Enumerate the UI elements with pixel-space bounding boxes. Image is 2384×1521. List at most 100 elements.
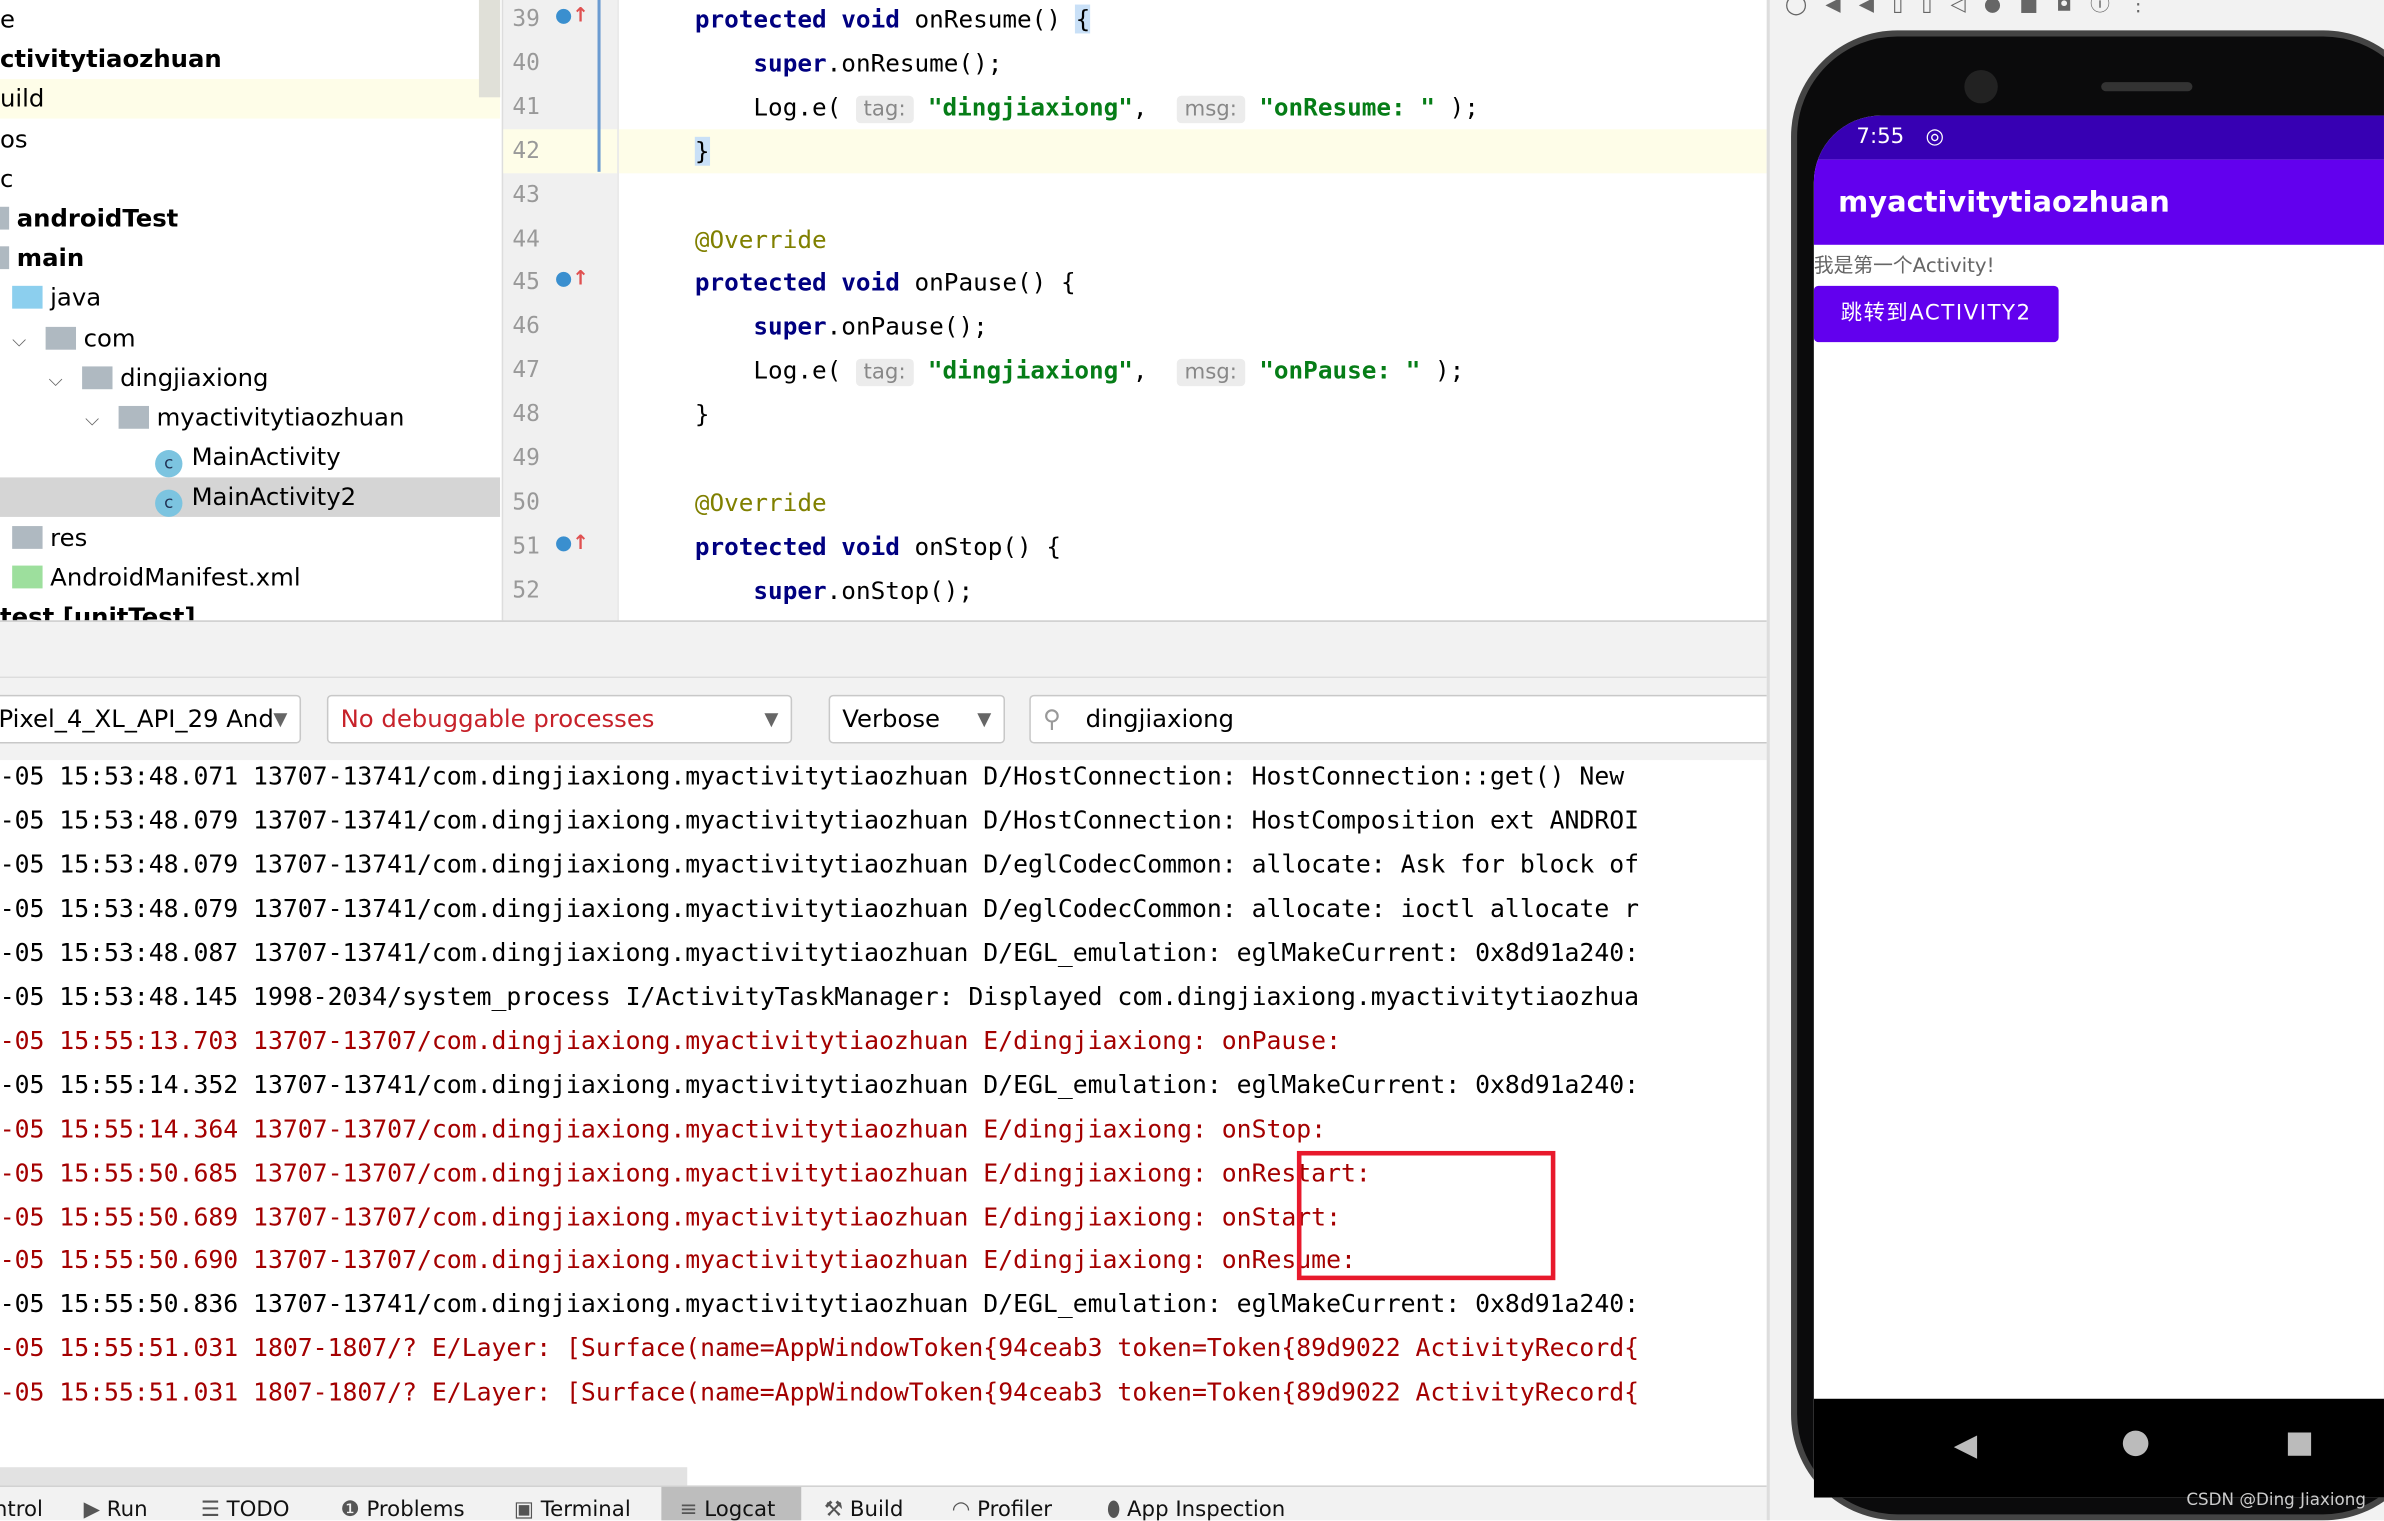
log-row[interactable]: 3-05 15:53:48.079 13707-13741/com.dingji… xyxy=(0,798,1639,842)
tree-item[interactable]: AndroidManifest.xml xyxy=(0,558,500,598)
tree-item[interactable]: uild xyxy=(0,79,501,120)
code-line[interactable] xyxy=(619,173,1767,217)
body-text: 我是第一个Activity! xyxy=(1813,255,1995,279)
back-icon[interactable]: ◀ xyxy=(1954,1426,1977,1462)
source-folder-icon xyxy=(0,246,10,270)
code-line[interactable]: Log.e( tag: "dingjiaxiong", msg: "onResu… xyxy=(619,85,1767,129)
tab-app-inspection[interactable]: ⬮ App Inspection xyxy=(1107,1487,1320,1521)
log-row[interactable]: 3-05 15:55:14.352 13707-13741/com.dingji… xyxy=(0,1062,1639,1106)
tree-item[interactable]: res xyxy=(0,518,500,558)
code-line[interactable]: @Override xyxy=(619,480,1767,524)
code-line[interactable]: super.onStop(); xyxy=(619,568,1767,612)
log-row[interactable]: 3-05 15:55:50.689 13707-13707/com.dingji… xyxy=(0,1194,1341,1238)
tab-build[interactable]: ⚒ Build xyxy=(824,1487,930,1521)
code-token: protected void xyxy=(694,4,915,34)
code-line[interactable]: protected void onPause() { xyxy=(619,261,1767,305)
process-select[interactable]: No debuggable processes ▼ xyxy=(326,694,793,744)
phone-screen: 7:55 ◎ myactivitytiaozhuan 我是第一个Activity!… xyxy=(1813,115,2384,1498)
code-line[interactable]: } xyxy=(618,128,1767,173)
tree-item[interactable]: c MainActivity2 xyxy=(0,477,501,518)
chevron-down-icon[interactable]: ⌵ xyxy=(49,360,70,400)
tree-item[interactable]: androidTest xyxy=(0,199,500,239)
horizontal-scrollbar[interactable] xyxy=(0,1467,688,1486)
chevron-down-icon[interactable]: ⌵ xyxy=(12,320,33,360)
logcat-output[interactable]: 3-05 15:53:48.071 13707-13741/com.dingji… xyxy=(0,760,1767,1468)
override-icon[interactable]: ●↑ xyxy=(555,532,589,555)
home-icon[interactable]: ● xyxy=(2121,1423,2150,1461)
device-select[interactable]: Pixel_4_XL_API_29 And ▼ xyxy=(0,694,302,744)
code-line[interactable]: @Override xyxy=(619,217,1767,261)
log-row[interactable]: 3-05 15:55:51.031 1807-1807/? E/Layer: [… xyxy=(0,1370,1639,1414)
tree-item[interactable]: e xyxy=(0,0,500,40)
line-number: 52 xyxy=(512,575,540,604)
tab-ntrol[interactable]: ntrol xyxy=(0,1487,55,1521)
code-token: @Override xyxy=(694,487,827,517)
code-line[interactable]: super.onPause(); xyxy=(619,305,1767,349)
res-folder-icon xyxy=(12,525,43,549)
log-row[interactable]: 3-05 15:53:48.087 13707-13741/com.dingji… xyxy=(0,930,1639,974)
log-row[interactable]: 3-05 15:55:50.836 13707-13741/com.dingji… xyxy=(0,1282,1639,1326)
line-number: 40 xyxy=(512,48,540,76)
tree-item[interactable]: ctivitytiaozhuan xyxy=(0,40,500,80)
code-token: msg: xyxy=(1176,95,1245,123)
tab-terminal[interactable]: ▣ Terminal xyxy=(514,1487,636,1521)
log-row[interactable]: 3-05 15:53:48.079 13707-13741/com.dingji… xyxy=(0,842,1639,886)
tree-item[interactable]: ⌵ com xyxy=(0,319,500,359)
code-line[interactable]: protected void onStop() { xyxy=(619,524,1767,568)
tab-run[interactable]: ▶ Run xyxy=(84,1487,175,1521)
tab-todo[interactable]: ☰ TODO xyxy=(201,1487,315,1521)
tab-label: Run xyxy=(106,1497,148,1521)
log-level-select[interactable]: Verbose ▼ xyxy=(828,694,1005,744)
tree-item[interactable]: c xyxy=(0,159,500,199)
tree-item[interactable]: os xyxy=(0,119,500,159)
emulator-toolbar[interactable]: ◯◀◀▯▯◁●■◘ⓘ⋮ xyxy=(1770,0,2384,24)
log-row[interactable]: 3-05 15:53:48.071 13707-13741/com.dingji… xyxy=(0,760,1624,798)
tab-profiler[interactable]: ◠ Profiler xyxy=(952,1487,1086,1521)
code-token: , xyxy=(1132,92,1177,122)
log-row[interactable]: 3-05 15:55:50.690 13707-13707/com.dingji… xyxy=(0,1238,1356,1282)
tree-item[interactable]: main xyxy=(0,239,500,279)
override-icon[interactable]: ●↑ xyxy=(555,268,589,291)
code-line[interactable]: super.onResume(); xyxy=(619,41,1767,85)
tab-logcat[interactable]: ≡ Logcat xyxy=(661,1486,802,1521)
tree-scrollbar[interactable] xyxy=(478,0,501,98)
log-row[interactable]: 3-05 15:55:14.364 13707-13707/com.dingji… xyxy=(0,1106,1326,1150)
chevron-down-icon: ▼ xyxy=(977,708,992,730)
code-token: } xyxy=(694,136,710,166)
log-row[interactable]: 3-05 15:55:13.703 13707-13707/com.dingji… xyxy=(0,1018,1341,1062)
code-line[interactable]: } xyxy=(619,392,1767,436)
code-token: msg: xyxy=(1176,359,1245,387)
code-token: "dingjiaxiong" xyxy=(927,356,1133,385)
logcat-icon: ≡ xyxy=(679,1497,705,1521)
line-number: 44 xyxy=(512,224,540,252)
code-line[interactable]: protected void onResume() { xyxy=(619,0,1767,41)
tree-item[interactable]: java xyxy=(0,279,500,319)
jump-activity2-button[interactable]: 跳转到ACTIVITY2 xyxy=(1813,285,2059,343)
log-row[interactable]: 3-05 15:55:51.031 1807-1807/? E/Layer: [… xyxy=(0,1326,1639,1370)
package-icon xyxy=(82,366,113,389)
code-line[interactable] xyxy=(619,436,1767,480)
code-editor[interactable]: protected void onResume() { super.onResu… xyxy=(617,0,1767,621)
chevron-down-icon[interactable]: ⌵ xyxy=(85,400,106,440)
log-row[interactable]: 3-05 15:53:48.145 1998-2034/system_proce… xyxy=(0,974,1639,1018)
level-label: Verbose xyxy=(842,703,940,733)
log-search-input[interactable]: ⚲ dingjiaxiong xyxy=(1029,694,1790,744)
code-token: ); xyxy=(1420,356,1465,385)
code-token: { xyxy=(1075,4,1091,34)
tab-problems[interactable]: ❶ Problems xyxy=(341,1487,485,1521)
tree-item[interactable]: test [unitTest] xyxy=(0,598,500,620)
code-line[interactable]: Log.e( tag: "dingjiaxiong", msg: "onPaus… xyxy=(619,348,1767,392)
log-row[interactable]: 3-05 15:53:48.079 13707-13741/com.dingji… xyxy=(0,886,1639,930)
override-icon[interactable]: ●↑ xyxy=(555,5,589,28)
tree-item-label: ctivitytiaozhuan xyxy=(0,44,222,74)
tree-item[interactable]: ⌵ myactivitytiaozhuan xyxy=(0,398,500,438)
tab-label: ntrol xyxy=(0,1497,43,1521)
code-token: onStop() { xyxy=(914,531,1061,561)
manifest-icon xyxy=(12,565,43,589)
tree-item[interactable]: ⌵ dingjiaxiong xyxy=(0,359,500,399)
recents-icon[interactable]: ■ xyxy=(2285,1423,2314,1459)
highlight-box xyxy=(1296,1150,1556,1281)
log-row[interactable]: 3-05 15:55:50.685 13707-13707/com.dingji… xyxy=(0,1150,1371,1194)
tree-item[interactable]: c MainActivity xyxy=(0,438,500,478)
